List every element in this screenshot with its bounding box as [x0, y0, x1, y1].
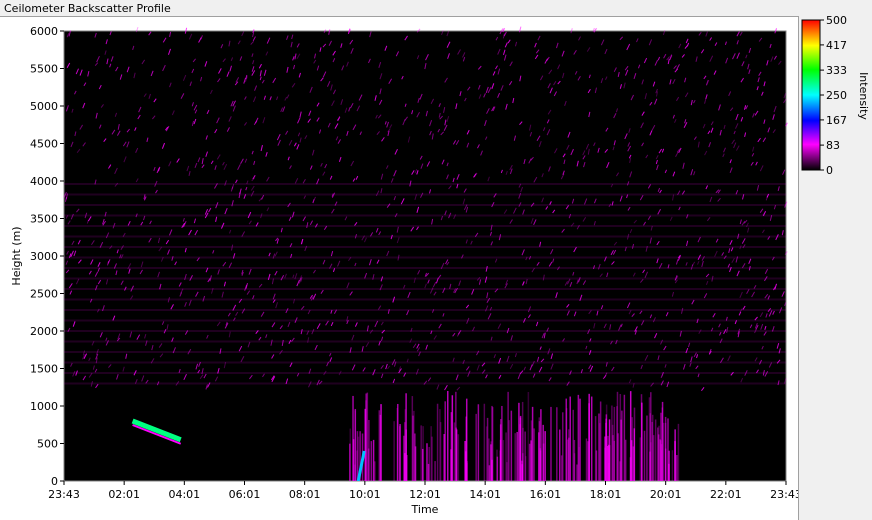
- x-tick-label: 10:01: [349, 488, 381, 501]
- x-tick-label: 23:43: [48, 488, 80, 501]
- y-tick-label: 2000: [30, 325, 58, 338]
- colorbar-tick-label: 0: [826, 164, 833, 176]
- y-tick-label: 3500: [30, 213, 58, 226]
- y-tick-label: 1000: [30, 400, 58, 413]
- y-tick-label: 1500: [30, 363, 58, 376]
- x-tick-label: 23:43: [770, 488, 798, 501]
- y-tick-label: 5000: [30, 100, 58, 113]
- y-tick-label: 6000: [30, 25, 58, 38]
- colorbar-tick-label: 250: [826, 89, 847, 102]
- x-tick-label: 16:01: [529, 488, 561, 501]
- x-tick-label: 02:01: [108, 488, 140, 501]
- x-tick-label: 22:01: [710, 488, 742, 501]
- y-tick-label: 4000: [30, 175, 58, 188]
- x-axis-label: Time: [411, 503, 439, 516]
- y-axis-label: Height (m): [10, 226, 23, 285]
- heatmap-chart: 0 500 1000 1500 2000 2500 3000 3500 4000 4500 5000…: [10, 25, 798, 516]
- colorbar: 500 417 333 250 167 83 0 Intensity: [801, 16, 870, 176]
- x-tick-label: 06:01: [229, 488, 261, 501]
- colorbar-tick-label: 333: [826, 64, 847, 77]
- y-tick-label: 500: [37, 438, 58, 451]
- chart-panel: 0 500 1000 1500 2000 2500 3000 3500 4000 4500 5000…: [0, 16, 799, 520]
- colorbar-tick-label: 167: [826, 114, 847, 127]
- x-tick-label: 08:01: [289, 488, 321, 501]
- colorbar-tick-label: 83: [826, 139, 840, 152]
- y-tick-label: 2500: [30, 288, 58, 301]
- x-tick-label: 18:01: [590, 488, 622, 501]
- x-tick-label: 20:01: [650, 488, 682, 501]
- x-tick-label: 04:01: [168, 488, 200, 501]
- y-tick-label: 3000: [30, 250, 58, 263]
- colorbar-ticks: 500 417 333 250 167 83 0: [820, 16, 847, 176]
- x-tick-label: 14:01: [469, 488, 501, 501]
- colorbar-tick-label: 500: [826, 16, 847, 27]
- colorbar-tick-label: 417: [826, 39, 847, 52]
- y-tick-label: 5500: [30, 63, 58, 76]
- y-tick-label: 0: [51, 475, 58, 488]
- y-tick-label: 4500: [30, 138, 58, 151]
- x-tick-label: 12:01: [409, 488, 441, 501]
- colorbar-label: Intensity: [857, 72, 870, 120]
- window-title: Ceilometer Backscatter Profile: [4, 2, 171, 15]
- colorbar-scale: [801, 19, 821, 171]
